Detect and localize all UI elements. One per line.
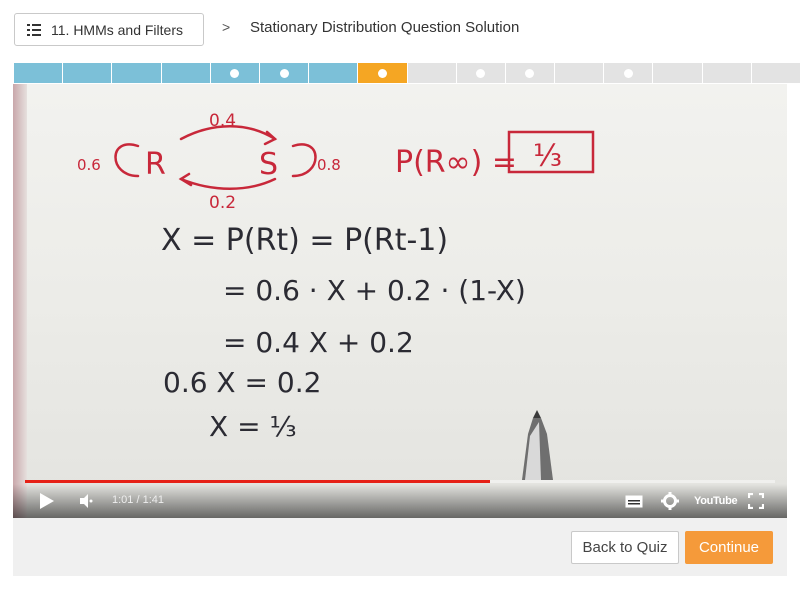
progress-dot-icon — [623, 68, 633, 78]
progress-dot-icon — [230, 68, 240, 78]
video-time: 1:01 / 1:41 — [112, 494, 164, 506]
pen-image — [522, 410, 553, 480]
progress-segment[interactable] — [505, 63, 556, 83]
fullscreen-icon — [747, 492, 765, 510]
fullscreen-button[interactable] — [747, 492, 765, 514]
play-button[interactable] — [39, 492, 55, 515]
breadcrumb-separator: > — [222, 19, 231, 35]
loop-left-mark — [114, 143, 140, 178]
volume-icon — [80, 494, 93, 508]
captions-icon — [625, 495, 643, 508]
progress-segment[interactable] — [555, 63, 605, 83]
progress-segment[interactable] — [751, 63, 801, 83]
back-to-quiz-button[interactable]: Back to Quiz — [571, 531, 679, 564]
state-s: S — [259, 147, 278, 182]
label-top-arrow: 0.4 — [209, 111, 236, 131]
lesson-progress-bar — [14, 63, 801, 83]
gear-icon — [661, 492, 679, 510]
progress-segment[interactable] — [161, 63, 211, 83]
continue-button[interactable]: Continue — [685, 531, 773, 564]
play-icon — [40, 493, 54, 509]
progress-segment[interactable] — [407, 63, 457, 83]
youtube-logo: YouTube — [694, 495, 738, 507]
progress-segment[interactable] — [14, 63, 64, 83]
label-right-loop: 0.8 — [317, 156, 341, 174]
derivation-line-4: 0.6 X = 0.2 — [163, 366, 321, 399]
progress-segment[interactable] — [358, 63, 408, 83]
top-bar: 11. HMMs and Filters > Stationary Distri… — [0, 0, 801, 62]
label-left-loop: 0.6 — [77, 156, 101, 174]
label-bottom-arrow: 0.2 — [209, 193, 236, 213]
progress-dot-icon — [525, 68, 535, 78]
page-title: Stationary Distribution Question Solutio… — [250, 19, 520, 36]
progress-segment[interactable] — [309, 63, 359, 83]
progress-dot-icon — [476, 68, 486, 78]
video-seek-bar[interactable] — [25, 480, 775, 483]
progress-dot-icon — [279, 68, 289, 78]
lesson-menu-label: 11. HMMs and Filters — [51, 21, 183, 38]
volume-button[interactable] — [79, 494, 95, 513]
stationary-result-label: P(R∞) = — [395, 145, 517, 180]
captions-button[interactable] — [625, 495, 643, 513]
progress-segment[interactable] — [63, 63, 113, 83]
stationary-result-value: ⅓ — [533, 139, 562, 174]
settings-button[interactable] — [661, 492, 679, 515]
progress-segment[interactable] — [653, 63, 703, 83]
state-r: R — [145, 147, 166, 182]
lesson-menu-button[interactable]: 11. HMMs and Filters — [14, 13, 204, 46]
video-player[interactable]: 0.4 0.2 0.6 0.8 R S P(R∞) = ⅓ X = P(Rt) … — [13, 84, 787, 518]
progress-segment[interactable] — [210, 63, 260, 83]
list-icon — [27, 23, 41, 36]
derivation-line-1: X = P(Rt) = P(Rt-1) — [161, 223, 448, 258]
whiteboard-video-frame: 0.4 0.2 0.6 0.8 R S P(R∞) = ⅓ X = P(Rt) … — [13, 84, 787, 518]
video-controls: 1:01 / 1:41 YouTube — [13, 484, 787, 518]
progress-segment[interactable] — [702, 63, 752, 83]
footer-bar: Back to Quiz Continue — [13, 518, 787, 576]
progress-segment[interactable] — [456, 63, 506, 83]
derivation-line-5: X = ⅓ — [209, 410, 297, 443]
youtube-logo-button[interactable]: YouTube — [694, 492, 738, 510]
progress-segment[interactable] — [259, 63, 310, 83]
derivation-line-3: = 0.4 X + 0.2 — [223, 326, 414, 359]
video-seek-played — [25, 480, 490, 483]
whiteboard-drawing: 0.4 0.2 0.6 0.8 R S P(R∞) = ⅓ X = P(Rt) … — [77, 111, 595, 480]
progress-segment[interactable] — [604, 63, 654, 83]
loop-right-mark — [291, 143, 317, 178]
progress-segment[interactable] — [112, 63, 162, 83]
progress-dot-icon — [377, 68, 387, 78]
derivation-line-2: = 0.6 · X + 0.2 · (1-X) — [223, 274, 526, 307]
